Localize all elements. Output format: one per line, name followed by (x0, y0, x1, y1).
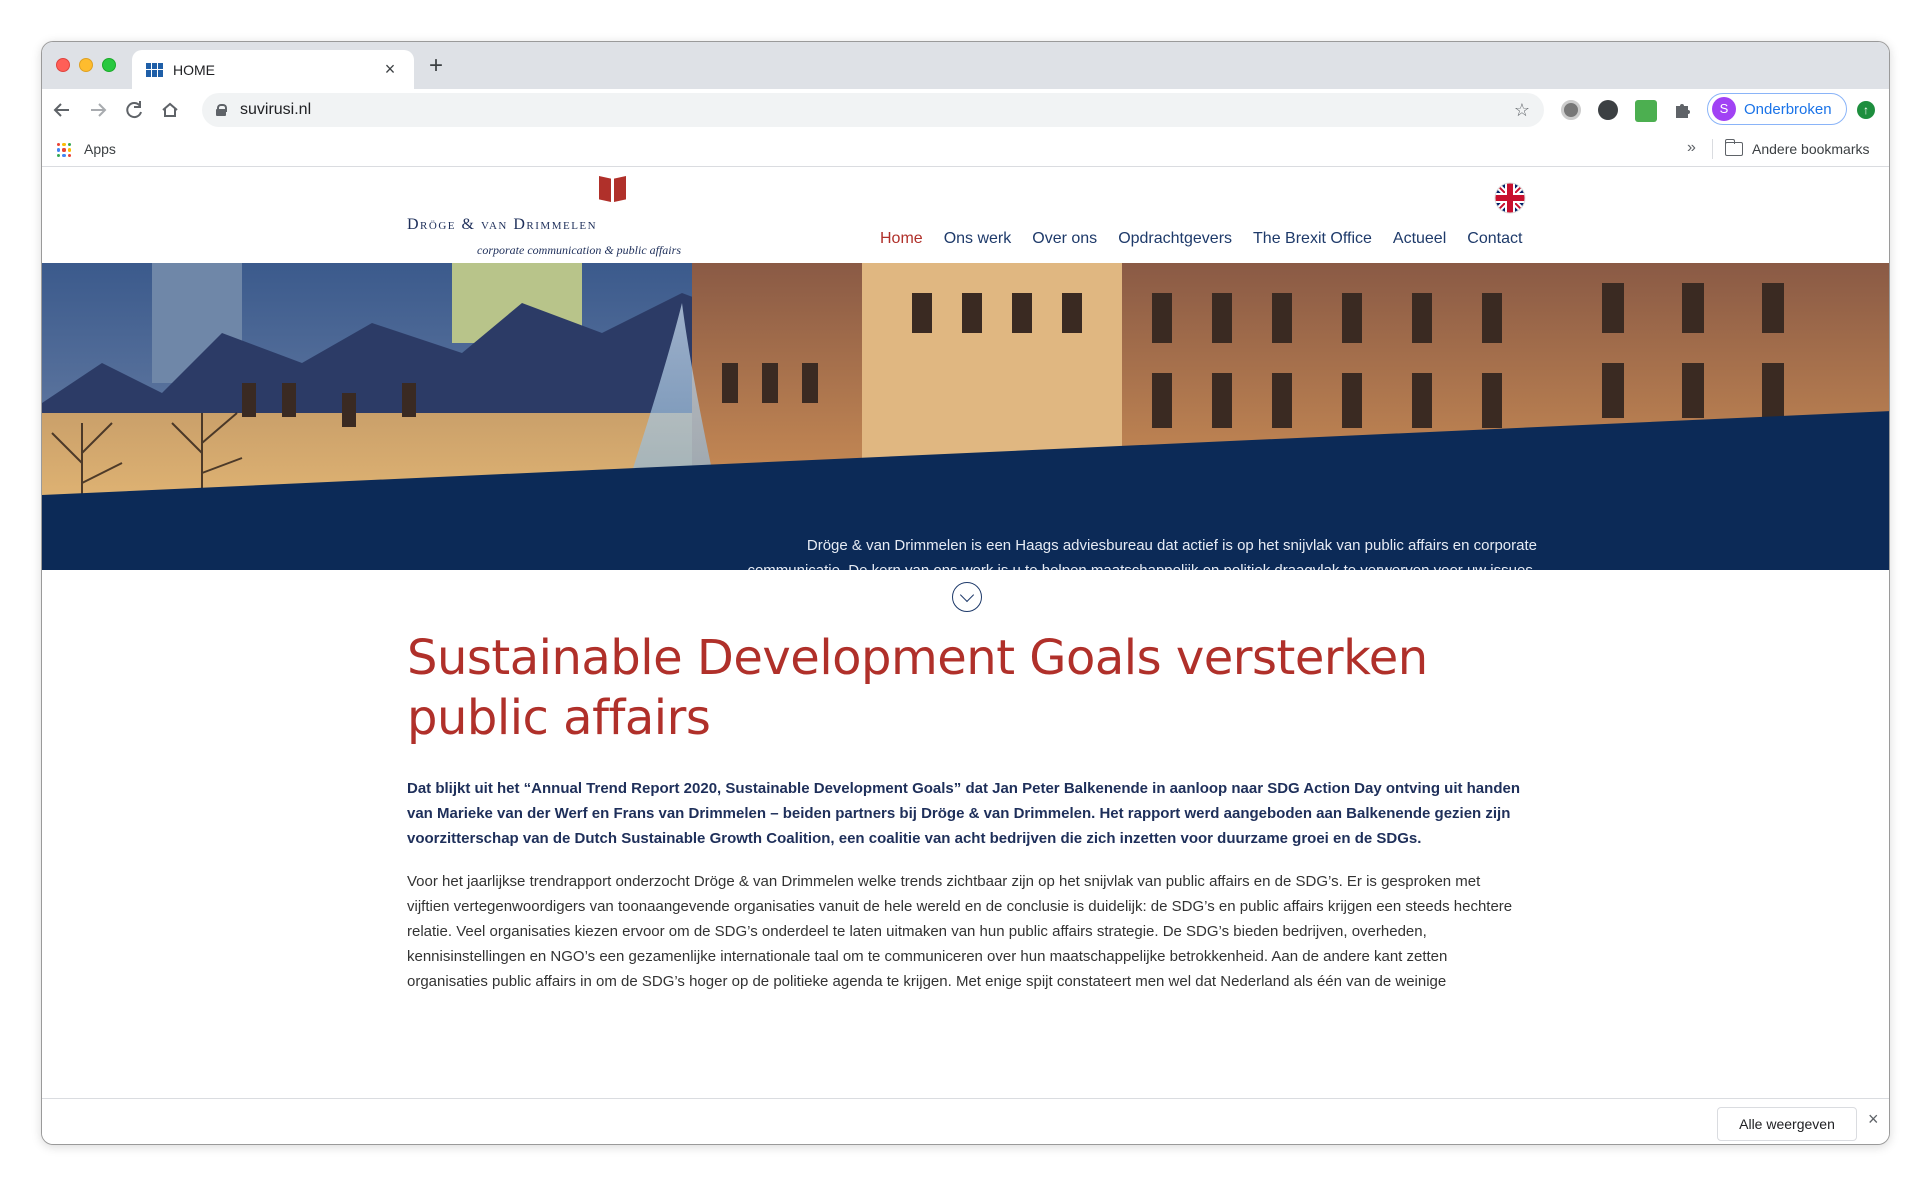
maximize-window-button[interactable] (102, 58, 116, 72)
back-button[interactable] (48, 96, 76, 124)
reload-button[interactable] (120, 96, 148, 124)
tab-home[interactable]: HOME × (132, 50, 414, 89)
tab-strip: HOME × + (42, 42, 1889, 89)
minimize-window-button[interactable] (79, 58, 93, 72)
site-header: Dröge & van Drimmelen corporate communic… (42, 168, 1889, 263)
article-body: Voor het jaarlijkse trendrapport onderzo… (407, 873, 1513, 990)
lock-icon[interactable] (216, 104, 227, 116)
close-window-button[interactable] (56, 58, 70, 72)
hero-banner: Dröge & van Drimmelen is een Haags advie… (42, 263, 1889, 570)
puzzle-icon (1676, 104, 1690, 118)
nav-contact[interactable]: Contact (1467, 230, 1522, 248)
extension-new-icon[interactable] (1635, 100, 1657, 122)
new-tab-button[interactable]: + (422, 52, 450, 80)
show-all-downloads-button[interactable]: Alle weergeven (1717, 1107, 1857, 1141)
extension-dark-icon[interactable] (1598, 100, 1618, 120)
arrow-left-icon (53, 103, 69, 117)
url-text[interactable]: suvirusi.nl (240, 101, 1514, 119)
site-favicon-icon (146, 62, 163, 77)
main-navigation: Home Ons werk Over ons Opdrachtgevers Th… (880, 230, 1543, 248)
logo-mark-icon (599, 176, 627, 204)
article-title: Sustainable Development Goals versterken… (407, 630, 1428, 746)
tab-title: HOME (173, 61, 215, 78)
arrow-right-icon (91, 103, 107, 117)
reload-icon (126, 101, 142, 119)
article: Sustainable Development Goals versterken… (407, 628, 1522, 994)
uk-flag-icon[interactable] (1494, 182, 1526, 214)
bookmarks-divider (1712, 139, 1713, 159)
nav-home[interactable]: Home (880, 230, 923, 248)
nav-opdrachtgevers[interactable]: Opdrachtgevers (1118, 230, 1232, 248)
extension-circle-icon[interactable] (1561, 100, 1581, 120)
nav-over-ons[interactable]: Over ons (1032, 230, 1097, 248)
scroll-down-chevron-icon[interactable] (952, 582, 982, 612)
site-logo[interactable]: Dröge & van Drimmelen corporate communic… (407, 176, 697, 257)
bookmark-apps[interactable]: Apps (84, 141, 116, 157)
update-arrow-icon[interactable]: ↑ (1857, 101, 1875, 119)
profile-button[interactable]: S Onderbroken (1707, 93, 1847, 125)
hero-intro-text: Dröge & van Drimmelen is een Haags advie… (747, 537, 1537, 570)
logo-name: Dröge & van Drimmelen (407, 216, 598, 233)
browser-toolbar: suvirusi.nl ☆ S Onderbroken ↑ (42, 89, 1889, 131)
bookmarks-bar: Apps » Andere bookmarks (42, 131, 1889, 167)
bookmark-star-icon[interactable]: ☆ (1514, 100, 1530, 121)
home-icon (162, 102, 178, 117)
article-lead: Dat blijkt uit het “Annual Trend Report … (407, 780, 1520, 847)
home-button[interactable] (156, 96, 184, 124)
apps-grid-icon[interactable] (57, 143, 71, 157)
bookmarks-overflow-button[interactable]: » (1687, 139, 1696, 157)
tab-close-icon[interactable]: × (380, 59, 400, 80)
folder-icon (1724, 139, 1743, 156)
bookmark-other-folder[interactable]: Andere bookmarks (1752, 141, 1870, 157)
download-shelf: Alle weergeven × (42, 1098, 1889, 1144)
hero-image (42, 263, 1889, 570)
forward-button[interactable] (84, 96, 112, 124)
nav-actueel[interactable]: Actueel (1393, 230, 1446, 248)
close-download-shelf-icon[interactable]: × (1868, 1109, 1879, 1130)
nav-brexit-office[interactable]: The Brexit Office (1253, 230, 1372, 248)
avatar: S (1712, 97, 1736, 121)
address-bar[interactable]: suvirusi.nl ☆ (202, 93, 1544, 127)
profile-status-label: Onderbroken (1744, 100, 1832, 118)
browser-window: HOME × + suvirusi.nl ☆ S Onderbroken ↑ A… (41, 41, 1890, 1145)
extensions-puzzle-icon[interactable] (1672, 100, 1692, 120)
page-viewport: Dröge & van Drimmelen corporate communic… (42, 168, 1889, 1098)
nav-ons-werk[interactable]: Ons werk (944, 230, 1012, 248)
logo-tagline: corporate communication & public affairs (477, 243, 681, 257)
